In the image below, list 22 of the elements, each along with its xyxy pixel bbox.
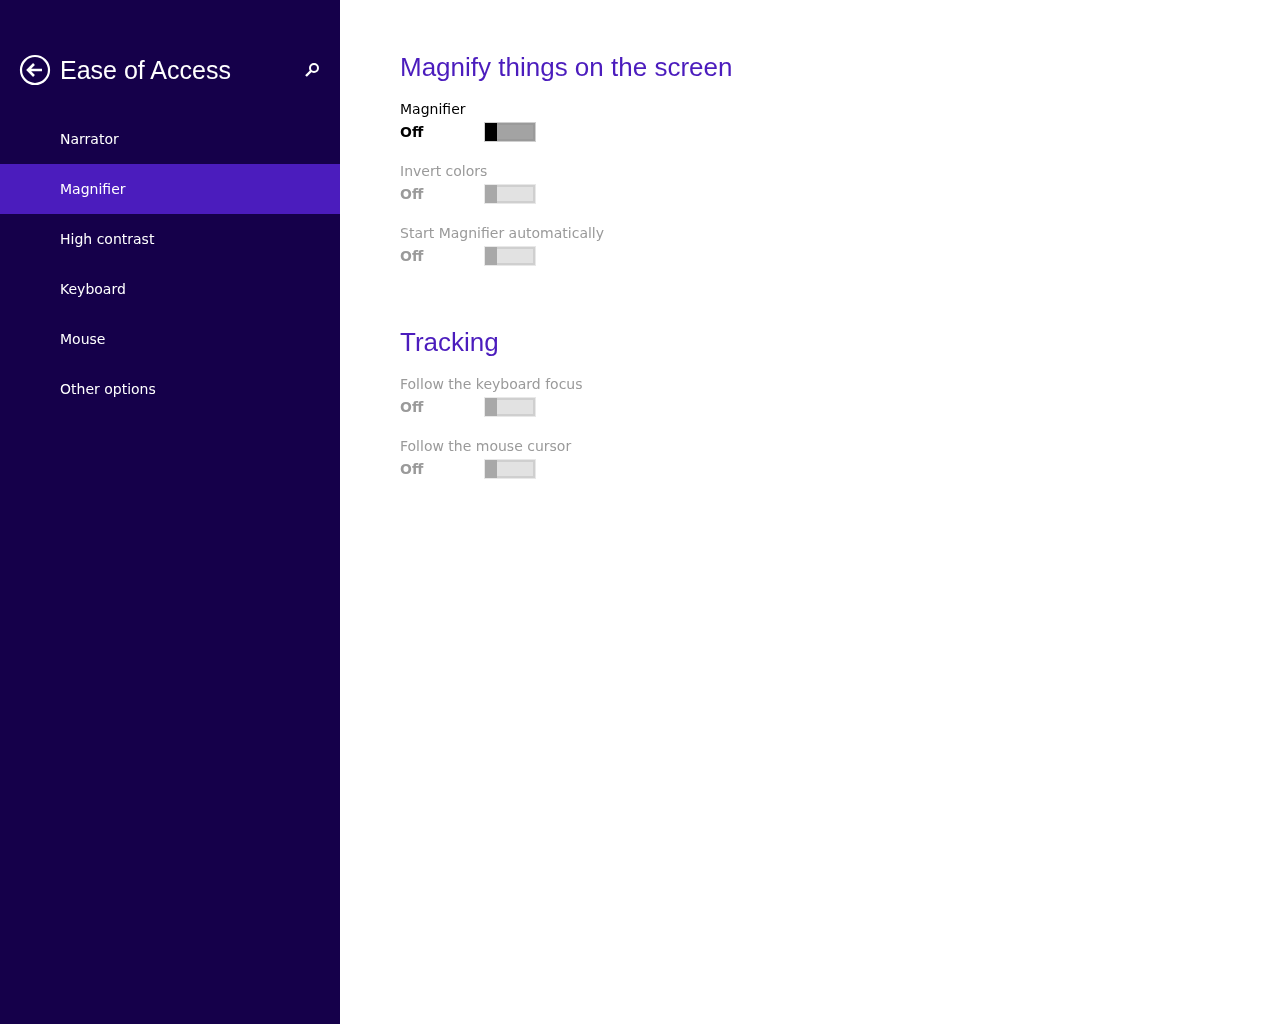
toggle-state: Off (400, 186, 425, 202)
section-heading: Magnify things on the screen (400, 52, 734, 83)
sidebar-item[interactable]: Mouse (0, 314, 340, 364)
back-icon[interactable] (19, 54, 51, 86)
sidebar-item[interactable]: High contrast (0, 214, 340, 264)
search-icon[interactable] (304, 62, 320, 78)
setting-label: Follow the keyboard focus (400, 376, 584, 392)
sidebar-item[interactable]: Keyboard (0, 264, 340, 314)
sidebar-item[interactable]: Magnifier (0, 164, 340, 214)
sidebar-item[interactable]: Other options (0, 364, 340, 414)
setting-label: Magnifier (400, 101, 467, 117)
toggle-state: Off (400, 248, 425, 264)
setting-label: Follow the mouse cursor (400, 438, 573, 454)
toggle-state: Off (400, 461, 425, 477)
toggle-state: Off (400, 399, 425, 415)
section-heading: Tracking (400, 327, 500, 358)
sidebar-item[interactable]: Narrator (0, 114, 340, 164)
toggle-state: Off (400, 124, 425, 140)
toggle-switch[interactable] (485, 123, 535, 141)
setting-label: Start Magnifier automatically (400, 225, 606, 241)
setting-label: Invert colors (400, 163, 489, 179)
sidebar-title: Ease of Access (60, 55, 232, 85)
